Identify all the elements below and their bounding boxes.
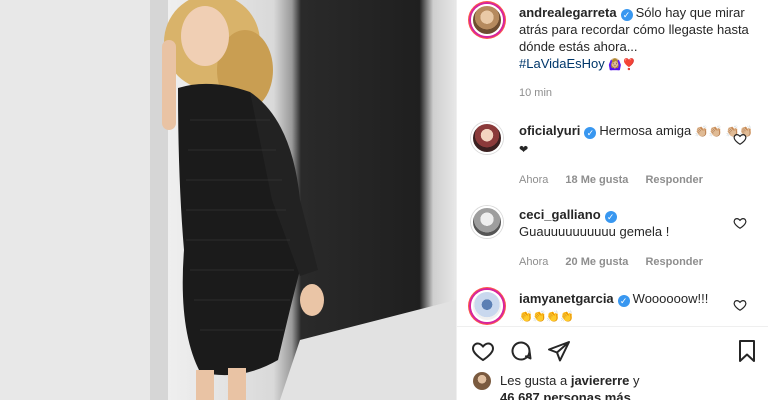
bookmark-icon[interactable] bbox=[735, 339, 759, 363]
comment-emoji: 👏👏👏👏 bbox=[519, 310, 574, 323]
liker-avatar[interactable] bbox=[473, 372, 491, 390]
author-avatar[interactable] bbox=[471, 4, 503, 36]
heart-icon[interactable] bbox=[471, 339, 495, 363]
post-photo[interactable] bbox=[0, 0, 456, 400]
comment-meta: Ahora 18 Me gusta Responder bbox=[519, 172, 761, 189]
comment-item: oficialyuri ✓ Hermosa amiga 👏🏼👏🏼 👏🏼👏🏼❤ Aho… bbox=[471, 122, 761, 189]
comment-item: iamyanetgarcia ✓ Woooooow!!! 👏👏👏👏 bbox=[471, 290, 761, 325]
commenter-avatar[interactable] bbox=[471, 122, 503, 154]
comment-username[interactable]: oficialyuri bbox=[519, 123, 580, 138]
caption-hashtag[interactable]: #LaVidaEsHoy bbox=[519, 56, 605, 71]
comment-icon[interactable] bbox=[509, 339, 533, 363]
reply-button[interactable]: Responder bbox=[645, 174, 702, 186]
heart-icon[interactable] bbox=[733, 298, 747, 312]
comment-text: Woooooow!!! bbox=[632, 291, 709, 306]
post-time[interactable]: 10 min bbox=[519, 85, 761, 102]
likes-suffix: y bbox=[633, 373, 640, 388]
action-icons bbox=[471, 339, 571, 363]
comment-text: Hermosa amiga bbox=[599, 123, 692, 138]
post-side-panel: andrealegarreta ✓ Sólo hay que mirar atrás… bbox=[456, 0, 768, 400]
comment-likes[interactable]: 18 Me gusta bbox=[565, 174, 628, 186]
post-actions: Les gusta a javiererre y 46.687 personas… bbox=[457, 326, 768, 400]
likes-summary: Les gusta a javiererre y 46.687 personas… bbox=[473, 372, 640, 400]
liker-username[interactable]: javiererre bbox=[571, 373, 630, 388]
photo-illustration bbox=[0, 0, 456, 400]
comment-username[interactable]: ceci_galliano bbox=[519, 207, 601, 222]
reply-button[interactable]: Responder bbox=[645, 256, 702, 268]
share-icon[interactable] bbox=[547, 339, 571, 363]
verified-icon: ✓ bbox=[604, 211, 617, 223]
comment-meta: Ahora 20 Me gusta Responder bbox=[519, 254, 761, 271]
commenter-avatar[interactable] bbox=[471, 290, 503, 322]
post-caption: andrealegarreta ✓ Sólo hay que mirar atrás… bbox=[471, 4, 761, 102]
verified-icon: ✓ bbox=[620, 9, 633, 21]
author-username[interactable]: andrealegarreta bbox=[519, 5, 617, 20]
verified-icon: ✓ bbox=[617, 295, 630, 307]
likes-count[interactable]: 46.687 personas más bbox=[500, 390, 631, 400]
comment-item: ceci_galliano ✓ Guauuuuuuuuuu gemela ! Ah… bbox=[471, 206, 761, 271]
verified-icon: ✓ bbox=[584, 127, 597, 139]
comment-time[interactable]: Ahora bbox=[519, 256, 548, 268]
caption-emoji: 🙆🏼‍♀️❣️ bbox=[608, 58, 636, 71]
comment-likes[interactable]: 20 Me gusta bbox=[565, 256, 628, 268]
heart-icon[interactable] bbox=[733, 216, 747, 230]
comment-text: Guauuuuuuuuuu gemela ! bbox=[519, 224, 670, 239]
heart-icon[interactable] bbox=[733, 132, 747, 146]
commenter-avatar[interactable] bbox=[471, 206, 503, 238]
comment-username[interactable]: iamyanetgarcia bbox=[519, 291, 614, 306]
comment-time[interactable]: Ahora bbox=[519, 174, 548, 186]
likes-prefix: Les gusta a bbox=[500, 373, 568, 388]
